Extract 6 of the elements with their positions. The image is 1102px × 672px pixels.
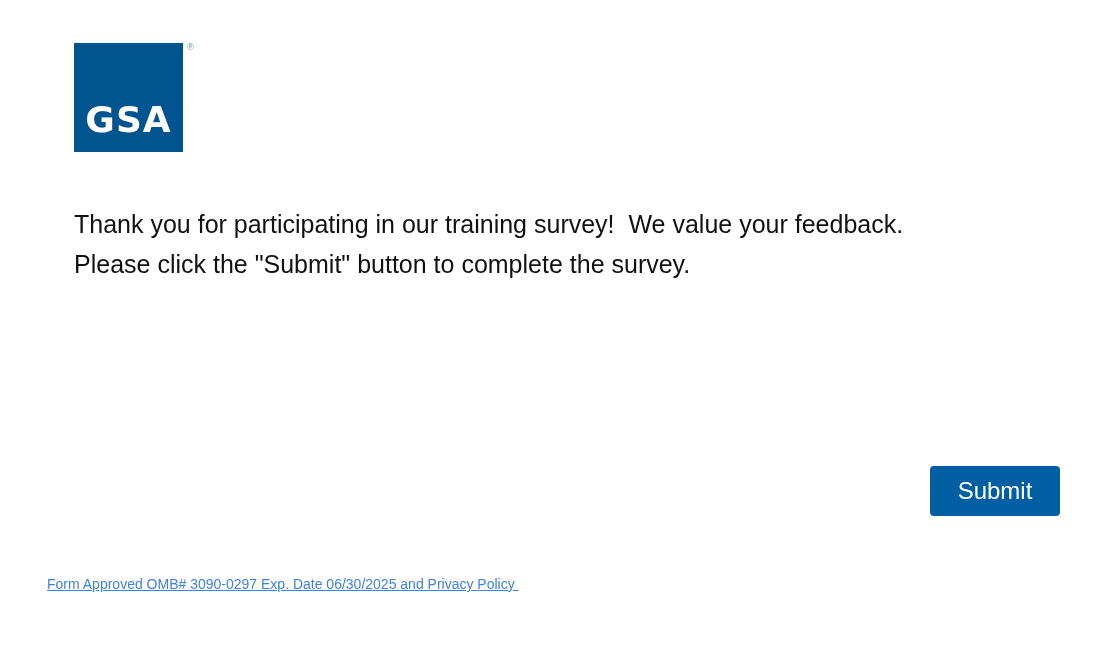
message-text: Thank you for participating in our training survey! We value your feedback. (74, 209, 905, 240)
logo-text: GSA (85, 102, 172, 138)
submit-button[interactable]: Submit (930, 466, 1060, 516)
form-approval-link[interactable]: Form Approved OMB# 3090-0297 Exp. Date 06/30/2025 and Privacy Policy (47, 576, 519, 592)
registered-mark: ® (187, 43, 194, 52)
message-text: Please click the "Submit" button to complete the survey. (74, 249, 692, 280)
